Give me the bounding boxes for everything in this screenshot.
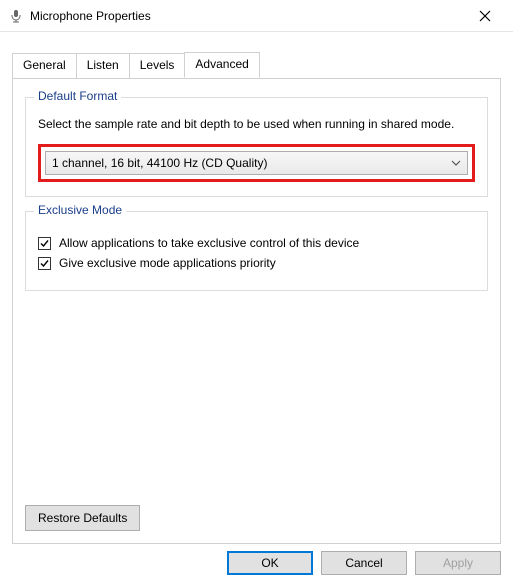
ok-button[interactable]: OK <box>227 551 313 575</box>
title-bar: Microphone Properties <box>0 0 513 32</box>
priority-row: Give exclusive mode applications priorit… <box>38 256 475 270</box>
tab-advanced[interactable]: Advanced <box>184 52 259 78</box>
default-format-legend: Default Format <box>34 89 121 103</box>
close-icon <box>479 10 491 22</box>
priority-checkbox[interactable] <box>38 257 51 270</box>
tab-panel-advanced: Default Format Select the sample rate an… <box>12 78 501 544</box>
restore-defaults-button[interactable]: Restore Defaults <box>25 505 140 531</box>
allow-exclusive-label: Allow applications to take exclusive con… <box>59 236 359 250</box>
allow-exclusive-row: Allow applications to take exclusive con… <box>38 236 475 250</box>
exclusive-mode-legend: Exclusive Mode <box>34 203 126 217</box>
default-format-description: Select the sample rate and bit depth to … <box>38 116 475 132</box>
dialog-button-row: OK Cancel Apply <box>227 551 501 575</box>
tab-listen[interactable]: Listen <box>76 53 130 79</box>
chevron-down-icon <box>451 160 461 166</box>
cancel-button[interactable]: Cancel <box>321 551 407 575</box>
checkmark-icon <box>39 258 50 269</box>
default-format-group: Default Format Select the sample rate an… <box>25 97 488 197</box>
highlight-box: 1 channel, 16 bit, 44100 Hz (CD Quality) <box>38 144 475 182</box>
tab-general[interactable]: General <box>12 53 77 79</box>
exclusive-mode-group: Exclusive Mode Allow applications to tak… <box>25 211 488 291</box>
format-dropdown[interactable]: 1 channel, 16 bit, 44100 Hz (CD Quality) <box>45 151 468 175</box>
priority-label: Give exclusive mode applications priorit… <box>59 256 276 270</box>
checkmark-icon <box>39 238 50 249</box>
microphone-icon <box>8 8 24 24</box>
close-button[interactable] <box>465 2 505 30</box>
apply-button[interactable]: Apply <box>415 551 501 575</box>
tab-levels[interactable]: Levels <box>129 53 186 79</box>
format-dropdown-value: 1 channel, 16 bit, 44100 Hz (CD Quality) <box>52 156 267 170</box>
tab-strip: General Listen Levels Advanced <box>0 32 513 78</box>
allow-exclusive-checkbox[interactable] <box>38 237 51 250</box>
window-title: Microphone Properties <box>30 9 465 23</box>
